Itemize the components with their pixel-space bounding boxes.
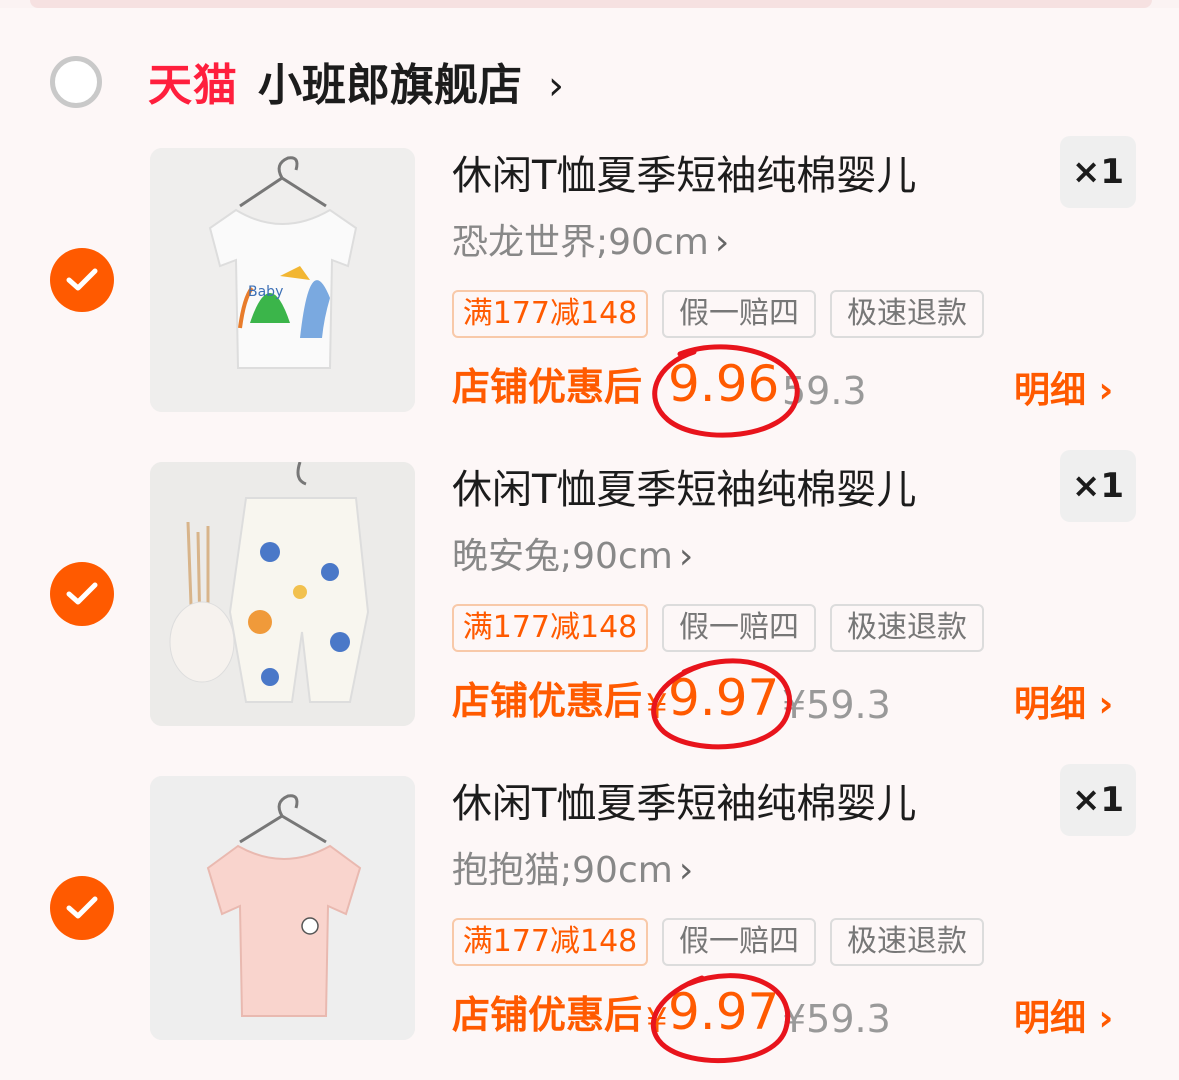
- store-header[interactable]: 天猫 小班郎旗舰店 ›: [0, 48, 1179, 128]
- original-price: ¥59.3: [782, 683, 891, 727]
- quantity-button[interactable]: ×1: [1060, 450, 1136, 522]
- product-thumbnail[interactable]: Baby: [150, 148, 415, 412]
- sku-text: 恐龙世界;90cm: [452, 222, 709, 263]
- price-label: 店铺优惠后: [452, 993, 643, 1037]
- chevron-right-icon: ›: [678, 850, 694, 891]
- price-detail-link[interactable]: 明细 ›: [1014, 366, 1113, 416]
- promo-tag: 满177减148: [452, 918, 648, 966]
- quantity-button[interactable]: ×1: [1060, 764, 1136, 836]
- discounted-price: 9.96: [668, 355, 780, 413]
- price-detail-link[interactable]: 明细 ›: [1014, 680, 1113, 730]
- discounted-price: 9.97: [668, 669, 780, 727]
- price-label: 店铺优惠后: [452, 365, 643, 409]
- currency-symbol: ¥: [646, 687, 668, 727]
- product-title[interactable]: 休闲T恤夏季短袖纯棉婴儿: [452, 778, 916, 830]
- store-name[interactable]: 小班郎旗舰店: [258, 58, 522, 114]
- promo-tag: 满177减148: [452, 290, 648, 338]
- currency-symbol: ¥: [646, 1001, 668, 1041]
- chevron-right-icon[interactable]: ›: [548, 58, 564, 114]
- chevron-right-icon: ›: [714, 222, 730, 263]
- svg-text:Baby: Baby: [248, 284, 283, 300]
- chevron-right-icon: ›: [678, 536, 694, 577]
- refund-tag: 极速退款: [830, 918, 984, 966]
- refund-tag: 极速退款: [830, 290, 984, 338]
- store-select-radio[interactable]: [50, 56, 102, 108]
- previous-card-edge: [30, 0, 1152, 8]
- product-thumbnail[interactable]: [150, 462, 415, 726]
- promo-tag: 满177减148: [452, 604, 648, 652]
- product-thumbnail[interactable]: [150, 776, 415, 1040]
- item-checked-icon[interactable]: [50, 248, 114, 312]
- sku-selector[interactable]: 恐龙世界;90cm ›: [452, 220, 729, 266]
- price-detail-link[interactable]: 明细 ›: [1014, 994, 1113, 1044]
- sku-text: 抱抱猫;90cm: [452, 850, 673, 891]
- sku-selector[interactable]: 抱抱猫;90cm ›: [452, 848, 693, 894]
- product-title[interactable]: 休闲T恤夏季短袖纯棉婴儿: [452, 464, 916, 516]
- cart-item: Baby 休闲T恤夏季短袖纯棉婴儿 ×1 恐龙世界;90cm › 满177减148…: [0, 136, 1179, 438]
- cart-item: 休闲T恤夏季短袖纯棉婴儿 ×1 抱抱猫;90cm › 满177减148 假一赔四 …: [0, 764, 1179, 1066]
- guarantee-tag: 假一赔四: [662, 604, 816, 652]
- original-price: 59.3: [782, 369, 867, 413]
- original-price: ¥59.3: [782, 997, 891, 1041]
- discounted-price: 9.97: [668, 983, 780, 1041]
- cart-item: 休闲T恤夏季短袖纯棉婴儿 ×1 晚安兔;90cm › 满177减148 假一赔四 …: [0, 450, 1179, 752]
- guarantee-tag: 假一赔四: [662, 918, 816, 966]
- price-label: 店铺优惠后: [452, 679, 643, 723]
- refund-tag: 极速退款: [830, 604, 984, 652]
- item-checked-icon[interactable]: [50, 876, 114, 940]
- item-checked-icon[interactable]: [50, 562, 114, 626]
- product-title[interactable]: 休闲T恤夏季短袖纯棉婴儿: [452, 150, 916, 202]
- sku-selector[interactable]: 晚安兔;90cm ›: [452, 534, 693, 580]
- store-cart-card: 天猫 小班郎旗舰店 › Baby 休闲T恤夏季短袖纯棉婴儿 ×1 恐龙世界;90…: [0, 8, 1179, 1080]
- sku-text: 晚安兔;90cm: [452, 536, 673, 577]
- quantity-button[interactable]: ×1: [1060, 136, 1136, 208]
- guarantee-tag: 假一赔四: [662, 290, 816, 338]
- tmall-badge: 天猫: [148, 60, 238, 111]
